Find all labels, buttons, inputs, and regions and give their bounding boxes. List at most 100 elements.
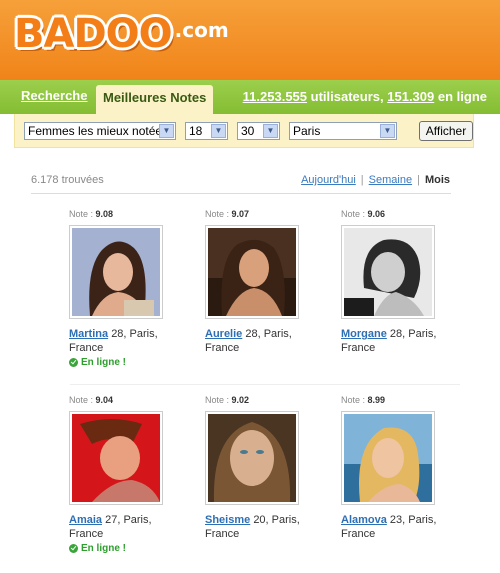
- profile-photo[interactable]: [341, 225, 435, 319]
- afficher-button[interactable]: Afficher: [419, 121, 473, 141]
- online-check-icon: [69, 544, 78, 553]
- chevron-down-icon: ▼: [159, 124, 174, 138]
- profile-card: Note : 9.06 Morgane 28, Paris, France: [341, 209, 471, 374]
- age-min-value: 18: [189, 124, 203, 138]
- divider: [31, 193, 451, 194]
- profile-age-city: 27, Paris,: [105, 514, 152, 526]
- profile-info: Alamova 23, Paris, France: [341, 513, 451, 541]
- results-count: 6.178 trouvées: [31, 174, 104, 186]
- profile-name-link[interactable]: Martina: [69, 328, 108, 340]
- profile-card: Note : 8.99 Alamova 23, Paris, France: [341, 395, 471, 560]
- category-value: Femmes les mieux notées: [28, 124, 169, 138]
- tab-meilleures-notes[interactable]: Meilleures Notes: [96, 85, 214, 114]
- profile-image: [208, 414, 296, 502]
- note-label: Note :: [205, 209, 230, 219]
- logo-suffix: .com: [174, 18, 229, 42]
- profile-name-link[interactable]: Alamova: [341, 514, 387, 526]
- profile-country: France: [69, 528, 104, 540]
- chevron-down-icon: ▼: [211, 124, 226, 138]
- profile-country: France: [341, 528, 376, 540]
- note-value: 9.06: [367, 209, 386, 219]
- profile-image: [72, 228, 160, 316]
- period-divider: |: [417, 174, 420, 186]
- note: Note : 9.08: [69, 209, 199, 219]
- profile-age-city: 28, Paris,: [111, 328, 158, 340]
- period-divider: |: [360, 174, 364, 186]
- tab-recherche[interactable]: Recherche: [21, 88, 87, 103]
- profile-card: Note : 9.02 Sheisme 20, Paris, France: [205, 395, 335, 560]
- online-label: en ligne: [437, 89, 487, 104]
- online-label: En ligne !: [81, 543, 126, 554]
- online-status: En ligne !: [69, 357, 126, 368]
- online-label: En ligne !: [81, 357, 126, 368]
- online-count-link[interactable]: 151.309: [387, 89, 434, 104]
- chevron-down-icon: ▼: [380, 124, 395, 138]
- profile-image: [72, 414, 160, 502]
- profile-age-city: 23, Paris,: [389, 514, 437, 526]
- profile-card: Note : 9.04 Amaia 27, Paris, France En l…: [69, 395, 199, 560]
- note-label: Note :: [69, 209, 94, 219]
- note: Note : 9.07: [205, 209, 335, 219]
- age-max-value: 30: [241, 124, 255, 138]
- profile-name-link[interactable]: Aurelie: [205, 328, 242, 340]
- profile-card: Note : 9.07 Aurelie 28, Paris, France: [205, 209, 335, 374]
- period-month-current: Mois: [424, 174, 450, 186]
- city-select[interactable]: Paris ▼: [289, 122, 397, 140]
- filter-bar: Femmes les mieux notées ▼ 18 ▼ – 30 ▼ Pa…: [14, 114, 474, 148]
- divider: [70, 384, 460, 385]
- profile-photo[interactable]: [205, 411, 299, 505]
- period-today-link[interactable]: Aujourd'hui: [301, 174, 356, 186]
- profile-country: France: [205, 342, 240, 354]
- age-max-select[interactable]: 30 ▼: [237, 122, 280, 140]
- profile-info: Sheisme 20, Paris, France: [205, 513, 315, 541]
- profile-info: Morgane 28, Paris, France: [341, 327, 451, 355]
- online-check-icon: [69, 358, 78, 367]
- note-value: 9.08: [95, 209, 114, 219]
- profile-photo[interactable]: [341, 411, 435, 505]
- note: Note : 9.02: [205, 395, 335, 405]
- users-count-link[interactable]: 11.253.555: [243, 89, 307, 104]
- online-status: En ligne !: [69, 543, 126, 554]
- note-label: Note :: [341, 209, 366, 219]
- note-label: Note :: [341, 395, 366, 405]
- note-value: 8.99: [367, 395, 386, 405]
- city-value: Paris: [293, 124, 321, 138]
- profile-photo[interactable]: [69, 225, 163, 319]
- age-min-select[interactable]: 18 ▼: [185, 122, 228, 140]
- site-header: BADOO .com: [0, 0, 500, 80]
- profile-photo[interactable]: [205, 225, 299, 319]
- note-value: 9.04: [95, 395, 114, 405]
- note-value: 9.07: [231, 209, 250, 219]
- period-week-link[interactable]: Semaine: [369, 174, 412, 186]
- profile-country: France: [69, 342, 104, 354]
- profile-name-link[interactable]: Amaia: [69, 514, 102, 526]
- nav-bar: Recherche Meilleures Notes 11.253.555 ut…: [0, 80, 500, 114]
- profile-name-link[interactable]: Morgane: [341, 328, 387, 340]
- note: Note : 9.04: [69, 395, 199, 405]
- note: Note : 9.06: [341, 209, 471, 219]
- logo-text: BADOO: [14, 11, 173, 57]
- note-label: Note :: [69, 395, 94, 405]
- note-label: Note :: [205, 395, 230, 405]
- profile-image: [344, 228, 432, 316]
- users-label: utilisateurs,: [310, 89, 384, 104]
- profile-image: [208, 228, 296, 316]
- note-value: 9.02: [231, 395, 250, 405]
- profile-photo[interactable]: [69, 411, 163, 505]
- note: Note : 8.99: [341, 395, 471, 405]
- badoo-logo[interactable]: BADOO .com: [14, 14, 229, 54]
- profile-info: Martina 28, Paris, France: [69, 327, 179, 355]
- profile-card: Note : 9.08 Martina 28, Paris, France En…: [69, 209, 199, 374]
- chevron-down-icon: ▼: [263, 124, 278, 138]
- profile-info: Aurelie 28, Paris, France: [205, 327, 315, 355]
- site-stats: 11.253.555 utilisateurs, 151.309 en lign…: [243, 89, 487, 104]
- profile-country: France: [205, 528, 240, 540]
- profile-age-city: 20, Paris,: [253, 514, 300, 526]
- profile-info: Amaia 27, Paris, France: [69, 513, 179, 541]
- profile-country: France: [341, 342, 376, 354]
- profile-age-city: 28, Paris,: [389, 328, 437, 340]
- profile-name-link[interactable]: Sheisme: [205, 514, 250, 526]
- category-select[interactable]: Femmes les mieux notées ▼: [24, 122, 176, 140]
- period-filter: Aujourd'hui | Semaine | Mois: [301, 174, 450, 186]
- profile-image: [344, 414, 432, 502]
